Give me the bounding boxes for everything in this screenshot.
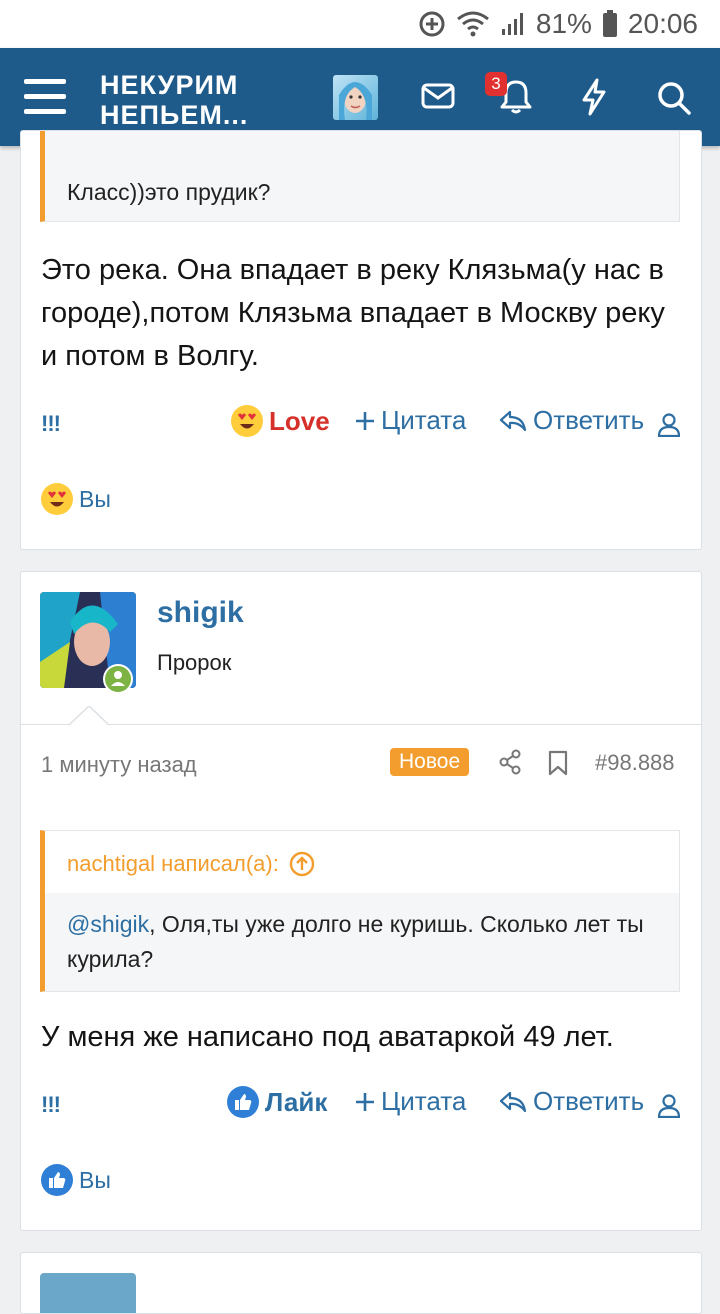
message-body: Это река. Она впадает в реку Клязьма(у н…	[41, 254, 665, 372]
inbox-icon[interactable]	[421, 82, 455, 110]
like-button[interactable]: Лайк	[227, 1086, 327, 1118]
quote-text: Класс))это прудик?	[67, 179, 271, 205]
reply-arrow-icon	[499, 410, 527, 431]
reactions-summary[interactable]: Вы	[41, 1164, 111, 1196]
heart-eyes-emoji-icon	[231, 405, 263, 437]
heart-eyes-emoji-icon	[41, 483, 73, 515]
search-icon[interactable]	[656, 80, 692, 116]
quote-text: @shigik, Оля,ты уже долго не куришь. Ско…	[67, 907, 667, 977]
site-logo[interactable]: НЕКУРИМ НЕПЬЕМ...	[100, 70, 248, 130]
reaction-label: Love	[269, 405, 330, 436]
mention-link[interactable]: @shigik	[67, 911, 149, 937]
pointer-arrow	[69, 706, 109, 726]
quote-label: Цитата	[381, 1086, 467, 1116]
reaction-button[interactable]: Love	[231, 405, 330, 437]
author-title: Пророк	[157, 650, 232, 675]
reply-button[interactable]: Ответить	[499, 1086, 644, 1117]
battery-percent: 81%	[535, 8, 592, 39]
post-actions: !!! Лайк Цитата Ответить	[41, 1086, 681, 1126]
reply-label: Ответить	[533, 405, 645, 435]
post-card	[20, 1252, 702, 1314]
plus-icon	[356, 1092, 374, 1111]
lightning-icon[interactable]	[580, 78, 608, 116]
reactions-summary[interactable]: Вы	[41, 483, 111, 515]
post-card: shigik Пророк 1 минуту назад Новое #98.8…	[20, 571, 702, 1231]
reacted-by-text: Вы	[79, 1166, 111, 1193]
quote-author: nachtigal написал(а):	[67, 851, 279, 876]
quote-attribution[interactable]: nachtigal написал(а):	[67, 851, 315, 877]
quote-button[interactable]: Цитата	[355, 1086, 466, 1117]
like-label: Лайк	[265, 1086, 328, 1117]
thumbs-up-icon	[41, 1164, 73, 1196]
author-avatar[interactable]	[40, 1273, 136, 1313]
battery-icon	[602, 10, 617, 37]
user-icon[interactable]	[658, 1094, 680, 1118]
quote-block: nachtigal написал(а): @shigik, Оля,ты уж…	[40, 830, 680, 992]
menu-button[interactable]	[24, 79, 66, 115]
status-bar: 81% 20:06	[0, 0, 720, 48]
report-button[interactable]: !!!	[41, 1092, 61, 1118]
data-saver-icon	[419, 11, 445, 37]
logo-line-1: НЕКУРИМ	[100, 70, 239, 100]
quote-label: Цитата	[381, 405, 467, 435]
post-number[interactable]: #98.888	[595, 750, 675, 776]
quote-body: , Оля,ты уже долго не куришь. Сколько ле…	[67, 911, 644, 972]
post-actions: !!! Love Цитата Ответить	[41, 405, 681, 445]
arrow-up-circle-icon	[289, 851, 315, 877]
logo-line-2: НЕПЬЕМ...	[100, 100, 249, 130]
author-name[interactable]: shigik	[157, 596, 244, 630]
post-timestamp[interactable]: 1 минуту назад	[41, 752, 197, 778]
bookmark-icon[interactable]	[548, 750, 568, 776]
share-icon[interactable]	[498, 749, 522, 775]
reply-arrow-icon	[499, 1091, 527, 1112]
divider	[21, 724, 701, 725]
signal-icon	[501, 13, 523, 35]
message-body: У меня же написано под аватаркой 49 лет.	[41, 1021, 614, 1053]
plus-icon	[356, 411, 374, 430]
account-avatar[interactable]	[333, 75, 378, 120]
post-card: Класс))это прудик? Это река. Она впадает…	[20, 130, 702, 550]
reacted-by-text: Вы	[79, 485, 111, 512]
report-button[interactable]: !!!	[41, 411, 61, 437]
quote-block: Класс))это прудик?	[40, 131, 680, 222]
thumbs-up-icon	[227, 1086, 259, 1118]
online-status-indicator	[103, 664, 133, 694]
notification-count-badge: 3	[485, 72, 507, 96]
reply-label: Ответить	[533, 1086, 645, 1116]
wifi-icon	[456, 11, 489, 37]
quote-button[interactable]: Цитата	[355, 405, 466, 436]
reply-button[interactable]: Ответить	[499, 405, 644, 436]
new-badge: Новое	[390, 748, 470, 776]
clock: 20:06	[627, 8, 698, 39]
user-icon[interactable]	[658, 413, 680, 437]
